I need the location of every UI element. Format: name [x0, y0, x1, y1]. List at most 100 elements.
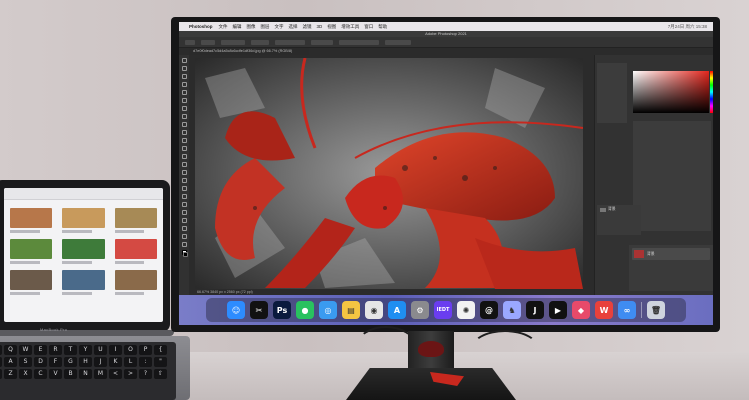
tool-icon[interactable] — [181, 234, 187, 239]
keyboard-key[interactable]: < — [109, 369, 122, 379]
tool-icon[interactable] — [181, 178, 187, 183]
keyboard-key[interactable]: ? — [139, 369, 152, 379]
hue-slider[interactable] — [710, 71, 713, 113]
tool-icon[interactable] — [181, 242, 187, 247]
menubar-item[interactable]: 帮助 — [378, 24, 387, 30]
keyboard-key[interactable]: ⇧ — [0, 369, 2, 379]
keyboard-key[interactable]: E — [34, 345, 47, 355]
tool-icon[interactable] — [181, 82, 187, 87]
history-panel[interactable]: 背景 — [597, 205, 641, 235]
menubar-item[interactable]: 编辑 — [233, 24, 242, 30]
tool-preset-dropdown[interactable] — [201, 39, 215, 45]
menubar-item[interactable]: 增效工具 — [341, 24, 359, 30]
history-row[interactable]: 背景 — [600, 207, 638, 212]
menubar-item[interactable]: 窗口 — [364, 24, 373, 30]
threads-icon[interactable]: @ — [480, 301, 498, 319]
tool-icon[interactable] — [181, 130, 187, 135]
keyboard-key[interactable]: O — [124, 345, 137, 355]
photo-thumbnail[interactable] — [10, 208, 53, 233]
menubar-item[interactable]: 图像 — [247, 24, 256, 30]
safari-icon[interactable]: ◎ — [319, 301, 337, 319]
keyboard-key[interactable]: P — [139, 345, 152, 355]
keyboard-key[interactable]: F — [49, 357, 62, 367]
photo-thumbnail[interactable] — [62, 239, 105, 264]
facetime-icon[interactable]: ▶ — [549, 301, 567, 319]
menubar-app-name[interactable]: Photoshop — [189, 24, 213, 29]
home-icon[interactable] — [185, 39, 195, 45]
keyboard-key[interactable]: > — [124, 369, 137, 379]
keyboard-key[interactable]: " — [154, 357, 167, 367]
keyboard-key[interactable]: Y — [79, 345, 92, 355]
keyboard-key[interactable]: N — [79, 369, 92, 379]
tool-icon[interactable] — [181, 106, 187, 111]
tool-icon[interactable] — [181, 114, 187, 119]
menubar-item[interactable]: 视图 — [327, 24, 336, 30]
keyboard-key[interactable]: ⇥ — [0, 345, 2, 355]
collapsed-panel-strip[interactable] — [583, 55, 595, 295]
keyboard-key[interactable]: V — [49, 369, 62, 379]
menubar-clock[interactable]: 7月24日 周六 15:38 — [668, 24, 713, 30]
keyboard-key[interactable]: { — [154, 345, 167, 355]
menubar-item[interactable]: 选择 — [289, 24, 298, 30]
app-store-icon[interactable]: A — [388, 301, 406, 319]
settings-icon[interactable]: ⚙ — [411, 301, 429, 319]
option-control[interactable] — [221, 39, 245, 45]
wechat-icon[interactable]: ● — [296, 301, 314, 319]
keyboard-key[interactable]: R — [49, 345, 62, 355]
tool-icon[interactable] — [181, 210, 187, 215]
ieditor-icon[interactable]: IEDT — [434, 301, 452, 319]
photo-thumbnail[interactable] — [62, 208, 105, 233]
keyboard-key[interactable]: Q — [4, 345, 17, 355]
document-tab[interactable]: d7e0f0dead7c5d4a5c8c6cdfe1df36d.jpg @ 66… — [189, 48, 309, 55]
notes-app-icon[interactable]: ▤ — [342, 301, 360, 319]
jetbrains-icon[interactable]: J — [526, 301, 544, 319]
layer-row[interactable]: 背景 — [632, 248, 710, 260]
photoshop-icon[interactable]: Ps — [273, 301, 291, 319]
baidu-netdisk-icon[interactable]: ∞ — [618, 301, 636, 319]
keyboard-key[interactable]: G — [64, 357, 77, 367]
tool-icon[interactable] — [181, 146, 187, 151]
keyboard-key[interactable]: : — [139, 357, 152, 367]
photo-thumbnail[interactable] — [114, 208, 157, 233]
option-control[interactable] — [339, 39, 379, 45]
keyboard-key[interactable]: Z — [4, 369, 17, 379]
option-control[interactable] — [385, 39, 411, 45]
option-control[interactable] — [251, 39, 269, 45]
keyboard-key[interactable]: ⇪ — [0, 357, 2, 367]
properties-panel[interactable] — [597, 63, 627, 123]
keyboard-key[interactable]: B — [64, 369, 77, 379]
keyboard-key[interactable]: X — [19, 369, 32, 379]
tool-icon[interactable] — [181, 90, 187, 95]
photo-thumbnail[interactable] — [10, 270, 53, 295]
keyboard-key[interactable]: U — [94, 345, 107, 355]
trash-icon[interactable]: 🗑 — [647, 301, 665, 319]
keyboard-key[interactable]: M — [94, 369, 107, 379]
tool-icon[interactable] — [181, 58, 187, 63]
keyboard-key[interactable]: ⇧ — [154, 369, 167, 379]
adjustments-panel[interactable] — [633, 121, 711, 231]
tool-icon[interactable] — [181, 186, 187, 191]
pockity-icon[interactable]: ◆ — [572, 301, 590, 319]
tool-icon[interactable] — [181, 122, 187, 127]
keyboard-key[interactable]: A — [4, 357, 17, 367]
tool-icon[interactable] — [181, 66, 187, 71]
tool-icon[interactable] — [181, 226, 187, 231]
tool-icon[interactable] — [181, 138, 187, 143]
tool-icon[interactable] — [181, 170, 187, 175]
photo-thumbnail[interactable] — [10, 239, 53, 264]
tool-icon[interactable] — [181, 202, 187, 207]
menubar-item[interactable]: 文件 — [219, 24, 228, 30]
option-control[interactable] — [311, 39, 333, 45]
menubar-item[interactable]: 文字 — [275, 24, 284, 30]
photo-thumbnail[interactable] — [114, 239, 157, 264]
photo-thumbnail[interactable] — [114, 270, 157, 295]
option-control[interactable] — [275, 39, 305, 45]
chrome-icon[interactable]: ◉ — [365, 301, 383, 319]
keyboard-key[interactable]: S — [19, 357, 32, 367]
keyboard-key[interactable]: J — [94, 357, 107, 367]
wps-icon[interactable]: W — [595, 301, 613, 319]
tool-icon[interactable] — [181, 194, 187, 199]
tool-icon[interactable] — [181, 74, 187, 79]
tool-icon[interactable] — [181, 98, 187, 103]
keyboard-key[interactable]: K — [109, 357, 122, 367]
